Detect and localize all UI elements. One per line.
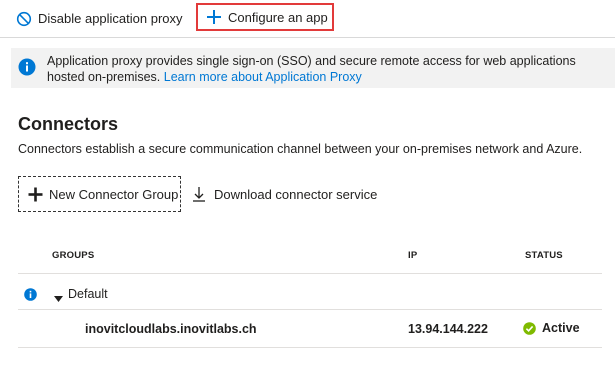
info-icon <box>18 58 36 81</box>
caret-down-icon[interactable] <box>54 290 63 308</box>
connectors-description: Connectors establish a secure communicat… <box>18 142 583 156</box>
header-divider <box>18 273 602 274</box>
group-row-default[interactable]: Default <box>18 280 602 308</box>
configure-label: Configure an app <box>228 9 328 25</box>
column-header-status[interactable]: STATUS <box>525 250 563 261</box>
info-banner-text: Application proxy provides single sign-o… <box>47 53 607 85</box>
plus-icon <box>28 187 43 202</box>
disable-application-proxy-button[interactable]: Disable application proxy <box>16 0 183 37</box>
app-proxy-page: Disable application proxy Configure an a… <box>0 0 615 365</box>
column-header-groups[interactable]: GROUPS <box>52 250 94 261</box>
column-header-ip[interactable]: IP <box>408 250 417 261</box>
status-badge: Active <box>523 321 580 335</box>
info-banner: Application proxy provides single sign-o… <box>11 48 615 88</box>
status-text: Active <box>542 321 580 335</box>
group-name: Default <box>68 287 108 301</box>
row-divider <box>18 347 602 348</box>
plus-icon <box>206 9 222 25</box>
disable-label: Disable application proxy <box>38 11 183 26</box>
new-connector-group-button[interactable]: New Connector Group <box>18 176 181 212</box>
connector-name: inovitcloudlabs.inovitlabs.ch <box>85 322 257 336</box>
row-divider <box>18 309 602 310</box>
learn-more-link[interactable]: Learn more about Application Proxy <box>164 70 362 84</box>
download-icon <box>192 186 206 202</box>
table-row[interactable]: inovitcloudlabs.inovitlabs.ch 13.94.144.… <box>18 314 602 344</box>
new-connector-group-label: New Connector Group <box>49 186 179 202</box>
info-icon[interactable] <box>24 288 37 306</box>
block-icon <box>16 11 32 27</box>
command-bar: Disable application proxy Configure an a… <box>0 0 615 38</box>
download-connector-label: Download connector service <box>214 186 378 202</box>
connector-ip: 13.94.144.222 <box>408 322 488 336</box>
check-circle-icon <box>523 321 536 335</box>
configure-app-button[interactable]: Configure an app <box>196 3 334 31</box>
download-connector-button[interactable]: Download connector service <box>192 176 377 212</box>
connectors-title: Connectors <box>18 114 119 134</box>
